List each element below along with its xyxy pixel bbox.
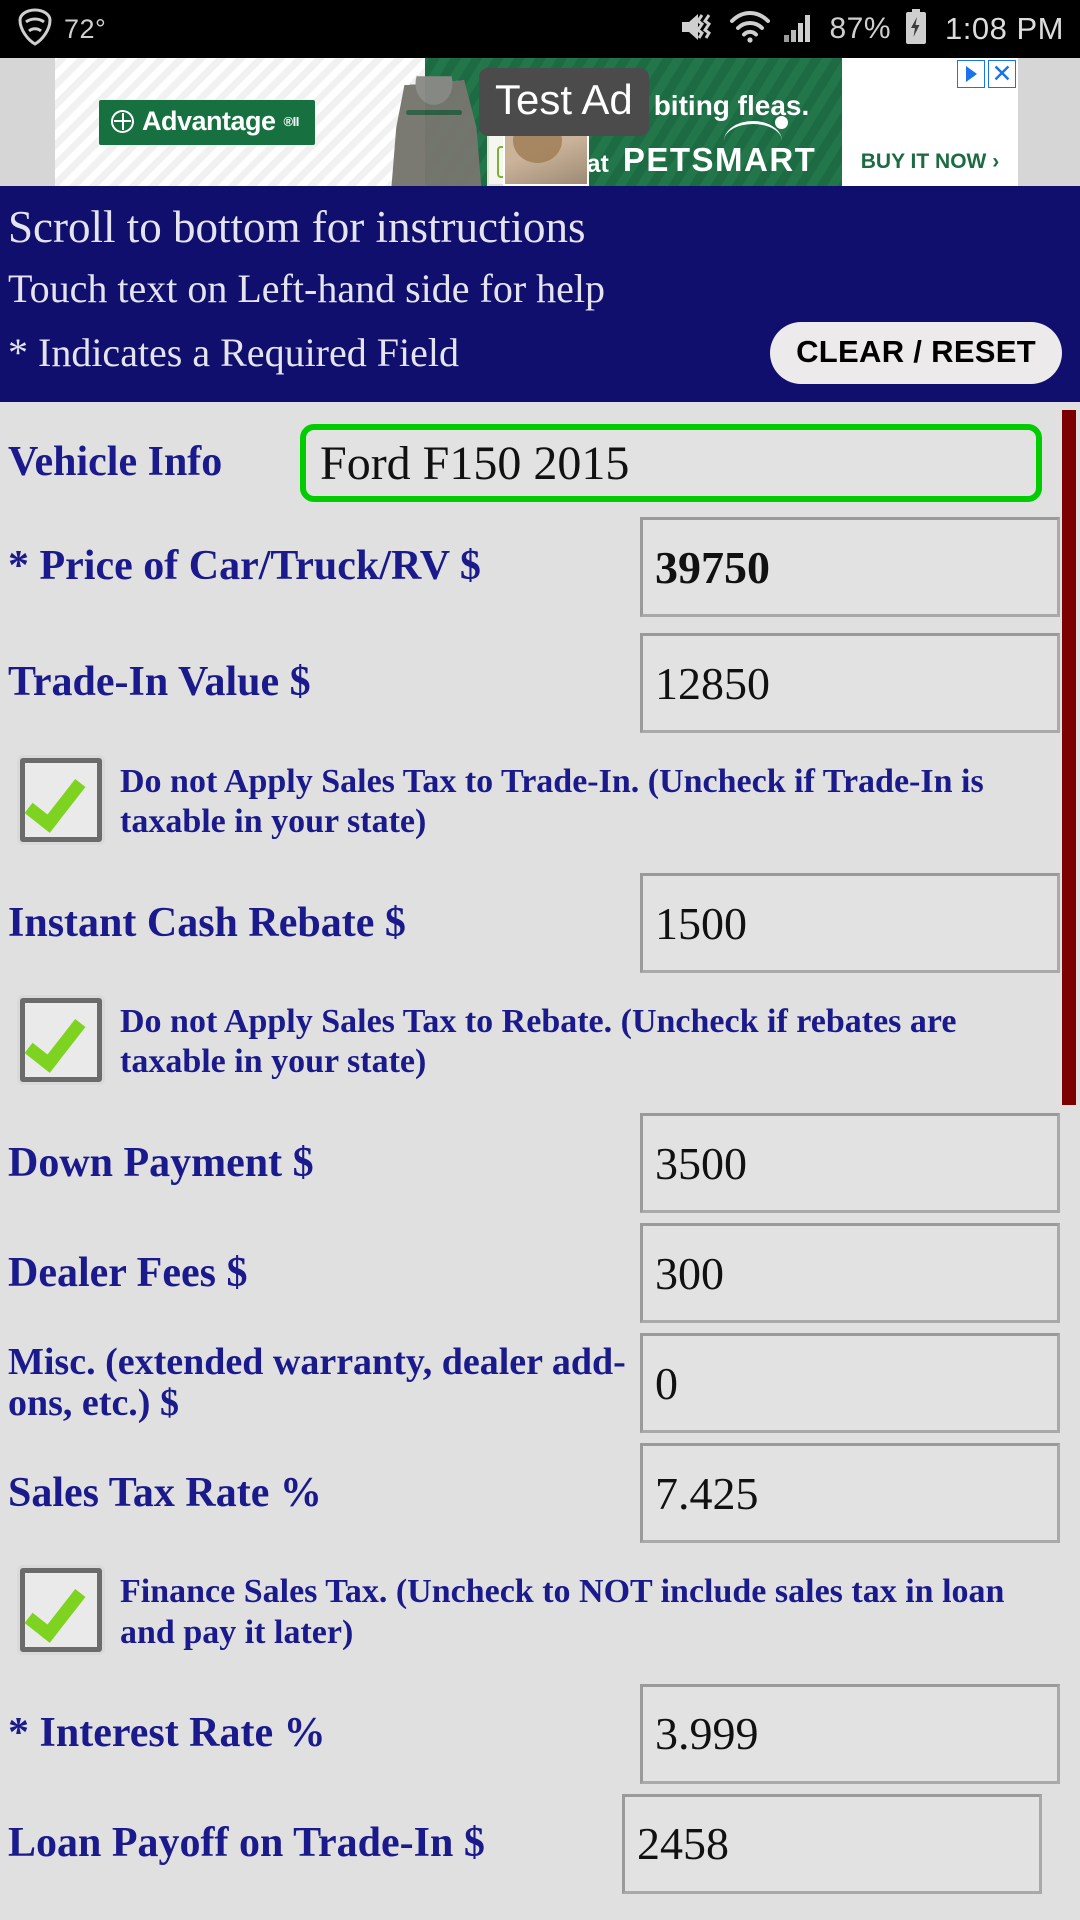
row-dealer-fees: Dealer Fees $ 300 bbox=[0, 1220, 1080, 1326]
row-checkbox-trade-in-tax[interactable]: Do not Apply Sales Tax to Trade-In. (Unc… bbox=[0, 736, 1080, 860]
row-loan-payoff: Loan Payoff on Trade-In $ 2458 bbox=[0, 1791, 1080, 1897]
dealer-fees-input[interactable]: 300 bbox=[640, 1223, 1060, 1324]
price-input[interactable]: 39750 bbox=[640, 517, 1060, 617]
instructions-header: Scroll to bottom for instructions Touch … bbox=[0, 186, 1080, 402]
checkmark-icon bbox=[24, 1007, 86, 1073]
ad-retailer-name: PETSMART bbox=[622, 116, 817, 179]
row-trade-in-value: Trade-In Value $ 12850 bbox=[0, 630, 1080, 736]
vehicle-info-input[interactable]: Ford F150 2015 bbox=[300, 424, 1042, 502]
label-price[interactable]: * Price of Car/Truck/RV $ bbox=[0, 543, 640, 590]
checkbox-trade-in-tax[interactable] bbox=[20, 758, 102, 842]
row-checkbox-rebate-tax[interactable]: Do not Apply Sales Tax to Rebate. (Unche… bbox=[0, 976, 1080, 1100]
instruction-line-scroll: Scroll to bottom for instructions bbox=[8, 202, 586, 252]
label-misc[interactable]: Misc. (extended warranty, dealer add-ons… bbox=[0, 1342, 640, 1424]
row-vehicle-info: Vehicle Info Ford F150 2015 bbox=[0, 422, 1080, 504]
ad-banner[interactable]: Advantage ®II e misery of biting fleas. … bbox=[55, 58, 1018, 186]
row-checkbox-finance-sales-tax[interactable]: Finance Sales Tax. (Uncheck to NOT inclu… bbox=[0, 1546, 1080, 1670]
loan-calculator-form: Vehicle Info Ford F150 2015 * Price of C… bbox=[0, 402, 1080, 1897]
sales-tax-rate-input[interactable]: 7.425 bbox=[640, 1443, 1060, 1544]
ad-banner-container: Advantage ®II e misery of biting fleas. … bbox=[0, 58, 1080, 186]
ad-left-padding bbox=[0, 58, 55, 186]
label-trade-in-value[interactable]: Trade-In Value $ bbox=[0, 659, 640, 706]
row-instant-cash-rebate: Instant Cash Rebate $ 1500 bbox=[0, 870, 1080, 976]
row-sales-tax-rate: Sales Tax Rate % 7.425 bbox=[0, 1440, 1080, 1546]
label-sales-tax-rate[interactable]: Sales Tax Rate % bbox=[0, 1470, 640, 1517]
battery-charging-icon bbox=[904, 8, 928, 50]
clock-time: 1:08 PM bbox=[945, 11, 1064, 46]
checkmark-icon bbox=[24, 1577, 86, 1644]
loan-payoff-input[interactable]: 2458 bbox=[622, 1793, 1042, 1894]
label-vehicle-info[interactable]: Vehicle Info bbox=[0, 439, 300, 486]
status-bar-left: 72° bbox=[18, 7, 107, 51]
label-loan-payoff[interactable]: Loan Payoff on Trade-In $ bbox=[0, 1820, 622, 1867]
row-interest-rate: * Interest Rate % 3.999 bbox=[0, 1681, 1080, 1787]
ad-brand-suffix: ®II bbox=[283, 113, 300, 129]
advantage-logo: Advantage ®II bbox=[99, 99, 315, 145]
interest-rate-input[interactable]: 3.999 bbox=[640, 1683, 1060, 1784]
label-down-payment[interactable]: Down Payment $ bbox=[0, 1140, 640, 1187]
checkbox-rebate-tax[interactable] bbox=[20, 998, 102, 1083]
label-dealer-fees[interactable]: Dealer Fees $ bbox=[0, 1250, 640, 1297]
cell-signal-icon bbox=[783, 11, 817, 48]
row-down-payment: Down Payment $ 3500 bbox=[0, 1110, 1080, 1216]
wifi-icon bbox=[729, 10, 770, 48]
status-bar: 72° 87% 1:08 PM bbox=[0, 0, 1080, 58]
close-icon[interactable]: ✕ bbox=[988, 60, 1016, 88]
ad-choices-controls[interactable]: ✕ bbox=[957, 60, 1016, 88]
row-price: * Price of Car/Truck/RV $ 39750 bbox=[0, 514, 1080, 620]
checkbox-finance-sales-tax[interactable] bbox=[20, 1568, 102, 1653]
ad-brand-panel: Advantage ®II bbox=[55, 58, 425, 186]
vertical-scrollbar[interactable] bbox=[1062, 410, 1076, 1105]
status-bar-right: 87% 1:08 PM bbox=[679, 8, 1065, 50]
petsmart-swoosh-icon bbox=[724, 121, 783, 141]
ad-brand-name: Advantage bbox=[142, 105, 276, 136]
label-interest-rate[interactable]: * Interest Rate % bbox=[0, 1710, 640, 1757]
checkbox-label-finance-sales-tax[interactable]: Finance Sales Tax. (Uncheck to NOT inclu… bbox=[120, 1568, 1080, 1652]
ad-retailer-text: PETSMART bbox=[622, 141, 817, 178]
instant-cash-rebate-input[interactable]: 1500 bbox=[640, 873, 1060, 974]
required-field-row: * Indicates a Required Field CLEAR / RES… bbox=[8, 322, 1080, 384]
instruction-line-required: * Indicates a Required Field bbox=[8, 330, 459, 375]
weather-temperature: 72° bbox=[64, 13, 107, 44]
instruction-line-touch: Touch text on Left-hand side for help bbox=[8, 266, 606, 311]
misc-input[interactable]: 0 bbox=[640, 1333, 1060, 1434]
label-instant-cash-rebate[interactable]: Instant Cash Rebate $ bbox=[0, 900, 640, 947]
test-ad-badge: Test Ad bbox=[479, 68, 649, 136]
battery-percent-label: 87% bbox=[829, 12, 892, 45]
trade-in-value-input[interactable]: 12850 bbox=[640, 633, 1060, 733]
checkbox-label-rebate-tax[interactable]: Do not Apply Sales Tax to Rebate. (Unche… bbox=[120, 998, 1080, 1082]
row-misc: Misc. (extended warranty, dealer add-ons… bbox=[0, 1330, 1080, 1436]
ad-tagline-bold: biting fleas. bbox=[653, 90, 810, 121]
bayer-cross-icon bbox=[111, 109, 134, 133]
adchoices-icon[interactable] bbox=[957, 60, 985, 88]
checkmark-icon bbox=[24, 767, 86, 833]
checkbox-label-trade-in-tax[interactable]: Do not Apply Sales Tax to Trade-In. (Unc… bbox=[120, 758, 1080, 842]
petsmart-dot-icon bbox=[775, 116, 789, 129]
volume-mute-vibrate-icon bbox=[679, 10, 717, 49]
down-payment-input[interactable]: 3500 bbox=[640, 1113, 1060, 1214]
clear-reset-button[interactable]: CLEAR / RESET bbox=[770, 322, 1062, 384]
weather-shield-icon bbox=[18, 7, 52, 51]
